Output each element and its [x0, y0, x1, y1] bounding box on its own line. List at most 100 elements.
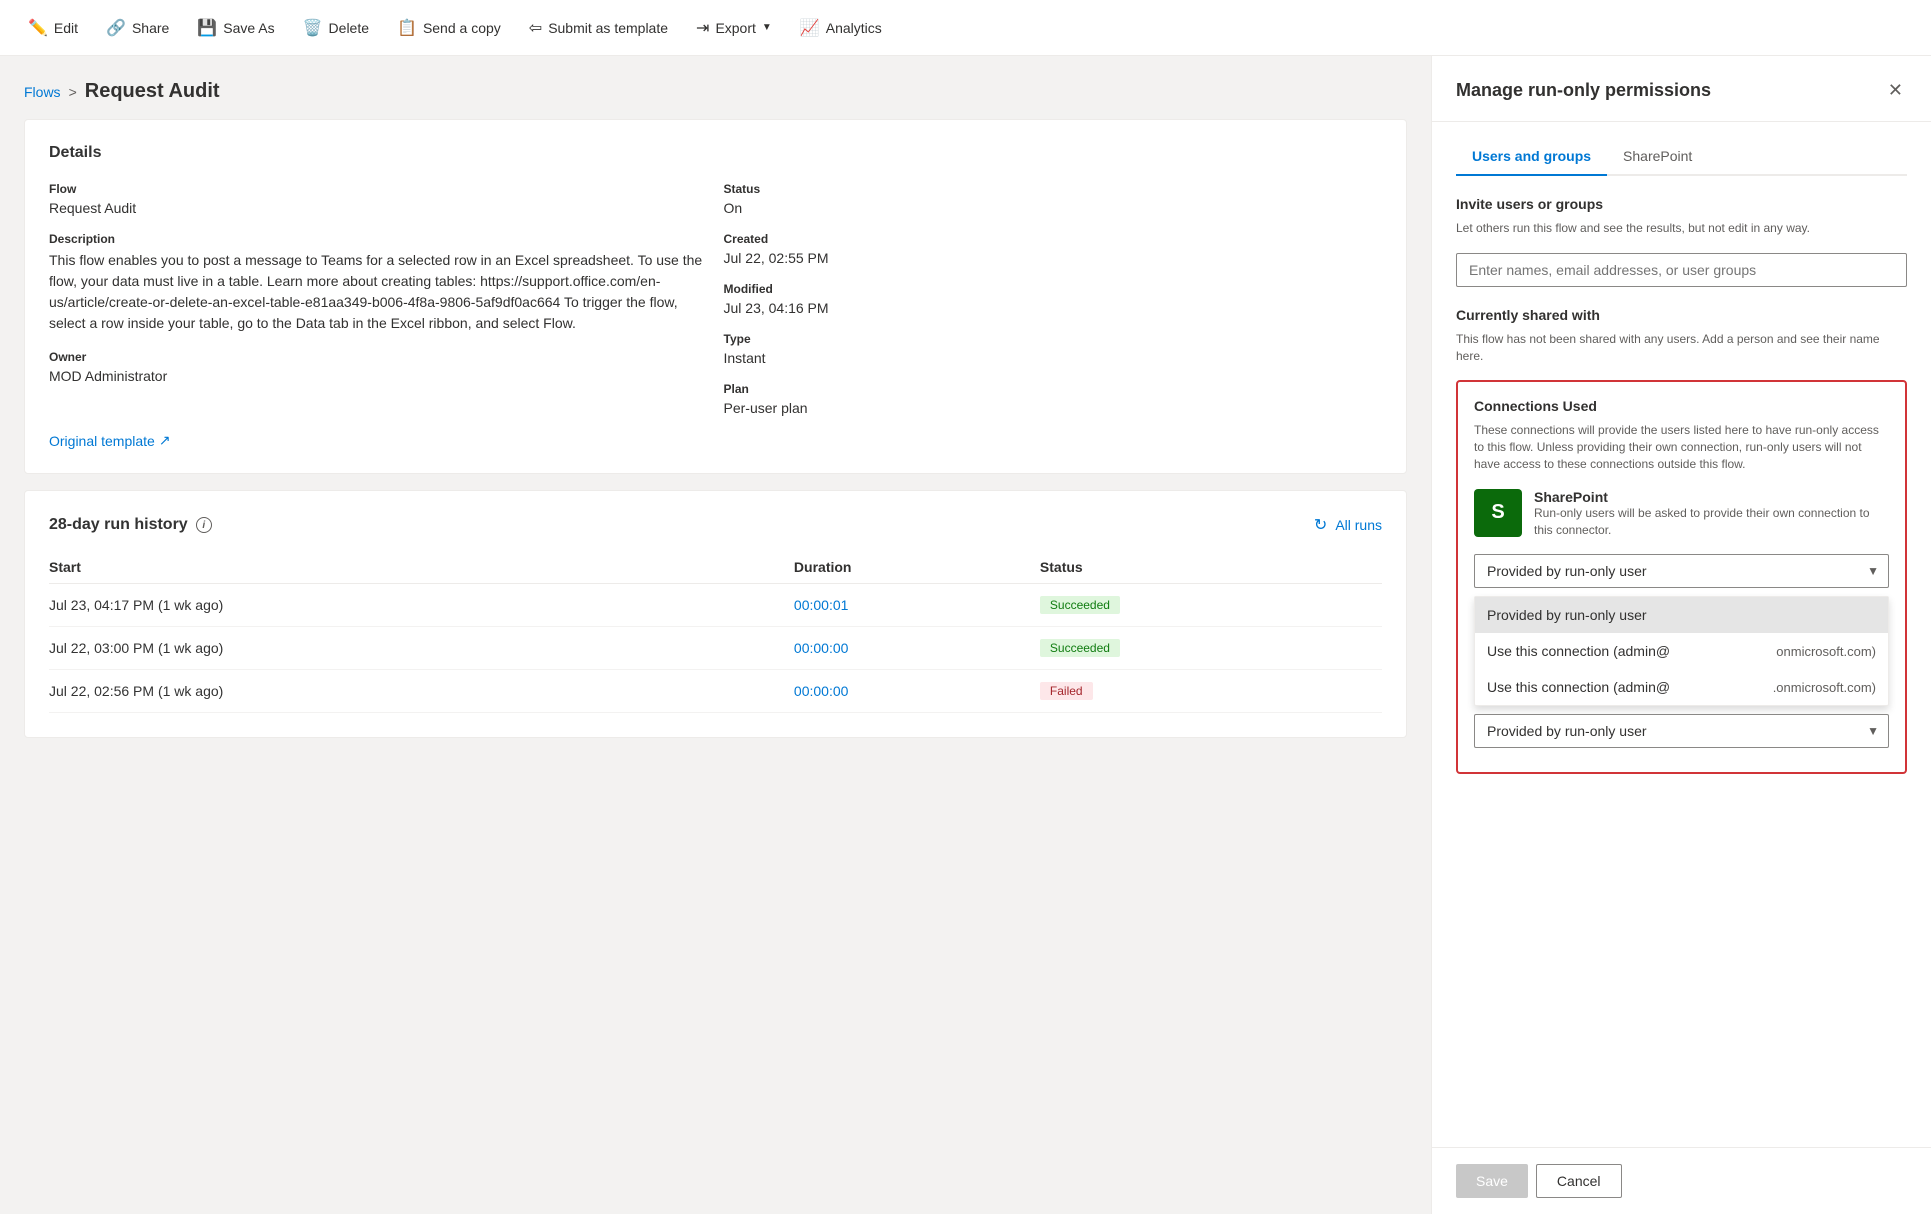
run-status: Succeeded — [1040, 584, 1382, 627]
run-status: Succeeded — [1040, 627, 1382, 670]
tab-sharepoint[interactable]: SharePoint — [1607, 138, 1708, 176]
send-copy-button[interactable]: 📋 Send a copy — [385, 10, 513, 46]
status-value: On — [724, 200, 1383, 216]
description-label: Description — [49, 232, 708, 246]
connector-item: S SharePoint Run-only users will be aske… — [1474, 489, 1889, 539]
flow-label: Flow — [49, 182, 708, 196]
status-badge: Succeeded — [1040, 596, 1120, 614]
plan-group: Plan Per-user plan — [724, 382, 1383, 416]
connections-desc: These connections will provide the users… — [1474, 422, 1889, 472]
created-value: Jul 22, 02:55 PM — [724, 250, 1383, 266]
status-label: Status — [724, 182, 1383, 196]
owner-label: Owner — [49, 350, 708, 364]
edit-button[interactable]: ✏️ Edit — [16, 10, 90, 46]
dropdown-menu: Provided by run-only user Use this conne… — [1474, 596, 1889, 706]
export-chevron-icon: ▼ — [762, 22, 772, 33]
save-as-icon: 💾 — [197, 18, 217, 38]
cancel-button[interactable]: Cancel — [1536, 1164, 1622, 1198]
breadcrumb-separator: > — [69, 84, 77, 100]
run-duration: 00:00:00 — [794, 627, 1040, 670]
delete-button[interactable]: 🗑️ Delete — [291, 10, 381, 46]
run-history-actions: ↻ All runs — [1314, 515, 1382, 535]
invite-section-desc: Let others run this flow and see the res… — [1456, 220, 1907, 237]
connector-info: SharePoint Run-only users will be asked … — [1534, 489, 1889, 539]
connections-box: Connections Used These connections will … — [1456, 380, 1907, 774]
close-button[interactable]: ✕ — [1884, 76, 1907, 105]
connection-select2-wrapper: Provided by run-only user ▼ — [1474, 714, 1889, 748]
status-badge: Succeeded — [1040, 639, 1120, 657]
invite-input[interactable] — [1456, 253, 1907, 287]
status-badge: Failed — [1040, 682, 1093, 700]
details-right-col: Status On Created Jul 22, 02:55 PM Modif… — [724, 182, 1383, 416]
connection-select2[interactable]: Provided by run-only user — [1474, 714, 1889, 748]
col-status: Status — [1040, 551, 1382, 584]
invite-section-title: Invite users or groups — [1456, 196, 1907, 212]
flow-group: Flow Request Audit — [49, 182, 708, 216]
submit-template-icon: ⇦ — [529, 18, 542, 38]
share-button[interactable]: 🔗 Share — [94, 10, 181, 46]
breadcrumb-flows-link[interactable]: Flows — [24, 84, 61, 100]
shared-with-title: Currently shared with — [1456, 307, 1907, 323]
description-value: This flow enables you to post a message … — [49, 250, 708, 334]
description-group: Description This flow enables you to pos… — [49, 232, 708, 334]
modified-label: Modified — [724, 282, 1383, 296]
connector-icon: S — [1474, 489, 1522, 537]
flow-value: Request Audit — [49, 200, 708, 216]
owner-value: MOD Administrator — [49, 368, 708, 384]
run-duration: 00:00:01 — [794, 584, 1040, 627]
original-template-link[interactable]: Original template ↗ — [49, 432, 171, 449]
run-start: Jul 22, 03:00 PM (1 wk ago) — [49, 627, 794, 670]
plan-label: Plan — [724, 382, 1383, 396]
type-value: Instant — [724, 350, 1383, 366]
panel-header: Manage run-only permissions ✕ — [1432, 56, 1931, 122]
owner-group: Owner MOD Administrator — [49, 350, 708, 384]
modified-group: Modified Jul 23, 04:16 PM — [724, 282, 1383, 316]
col-start: Start — [49, 551, 794, 584]
connection-select-wrapper: Provided by run-only user Use this conne… — [1474, 554, 1889, 588]
info-icon: i — [196, 517, 212, 533]
panel-footer: Save Cancel — [1432, 1147, 1931, 1214]
dropdown-item-connection1[interactable]: Use this connection (admin@ onmicrosoft.… — [1475, 633, 1888, 669]
details-grid: Flow Request Audit Description This flow… — [49, 182, 1382, 416]
details-left-col: Flow Request Audit Description This flow… — [49, 182, 708, 416]
right-panel: Manage run-only permissions ✕ Users and … — [1431, 56, 1931, 1214]
save-button: Save — [1456, 1164, 1528, 1198]
tab-users-groups[interactable]: Users and groups — [1456, 138, 1607, 176]
connector-name: SharePoint — [1534, 489, 1889, 505]
main-area: Flows > Request Audit Details Flow Reque… — [0, 56, 1931, 1214]
save-as-button[interactable]: 💾 Save As — [185, 10, 286, 46]
run-history-card: 28-day run history i ↻ All runs Start Du… — [24, 490, 1407, 738]
type-group: Type Instant — [724, 332, 1383, 366]
export-button[interactable]: ⇥ Export ▼ — [684, 10, 784, 46]
delete-icon: 🗑️ — [303, 18, 323, 38]
send-copy-icon: 📋 — [397, 18, 417, 38]
panel-body: Users and groups SharePoint Invite users… — [1432, 122, 1931, 1147]
all-runs-link[interactable]: All runs — [1335, 517, 1382, 533]
type-label: Type — [724, 332, 1383, 346]
run-history-header: 28-day run history i ↻ All runs — [49, 515, 1382, 535]
breadcrumb-current: Request Audit — [85, 80, 220, 103]
left-panel: Flows > Request Audit Details Flow Reque… — [0, 56, 1431, 1214]
connector-desc: Run-only users will be asked to provide … — [1534, 505, 1889, 539]
connection-select[interactable]: Provided by run-only user Use this conne… — [1474, 554, 1889, 588]
shared-with-desc: This flow has not been shared with any u… — [1456, 331, 1907, 365]
submit-template-button[interactable]: ⇦ Submit as template — [517, 10, 680, 46]
dropdown-item-connection2[interactable]: Use this connection (admin@ .onmicrosoft… — [1475, 669, 1888, 705]
table-row: Jul 22, 03:00 PM (1 wk ago) 00:00:00 Suc… — [49, 627, 1382, 670]
run-start: Jul 22, 02:56 PM (1 wk ago) — [49, 670, 794, 713]
plan-value: Per-user plan — [724, 400, 1383, 416]
details-card-title: Details — [49, 144, 1382, 162]
details-card: Details Flow Request Audit Description T… — [24, 119, 1407, 474]
run-history-table: Start Duration Status Jul 23, 04:17 PM (… — [49, 551, 1382, 713]
external-link-icon: ↗ — [159, 432, 171, 449]
analytics-icon: 📈 — [800, 18, 820, 38]
share-icon: 🔗 — [106, 18, 126, 38]
panel-title: Manage run-only permissions — [1456, 80, 1711, 101]
connections-title: Connections Used — [1474, 398, 1889, 414]
col-duration: Duration — [794, 551, 1040, 584]
refresh-icon[interactable]: ↻ — [1314, 515, 1327, 535]
created-group: Created Jul 22, 02:55 PM — [724, 232, 1383, 266]
tabs: Users and groups SharePoint — [1456, 138, 1907, 176]
analytics-button[interactable]: 📈 Analytics — [788, 10, 894, 46]
dropdown-item-provided[interactable]: Provided by run-only user — [1475, 597, 1888, 633]
